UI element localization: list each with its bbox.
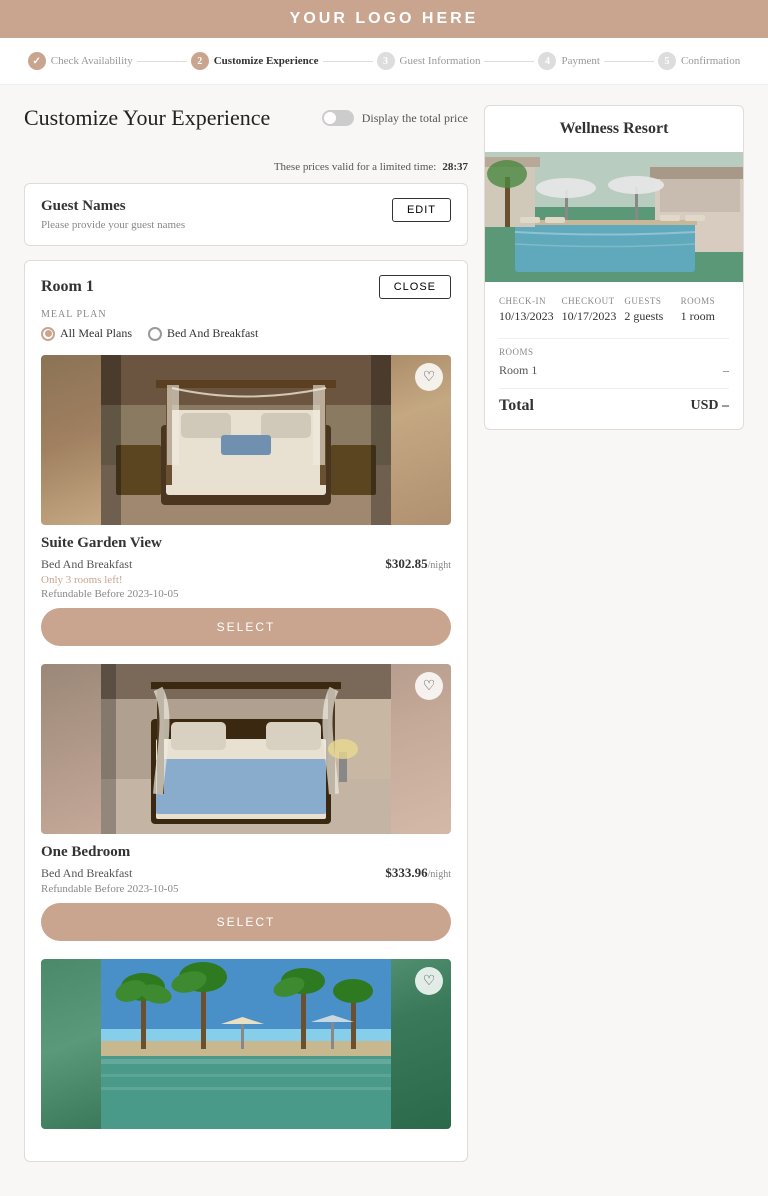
- room-option-1-name: Suite Garden View: [41, 535, 451, 552]
- room1-summary-row: Room 1 –: [499, 363, 729, 378]
- heart-icon-3[interactable]: ♡: [415, 967, 443, 995]
- room1-card: Room 1 CLOSE MEAL PLAN All Meal Plans Be…: [24, 260, 468, 1162]
- step-label-5: Confirmation: [681, 55, 740, 67]
- rooms-section-label: ROOMS: [499, 347, 729, 357]
- room1-summary-value: –: [723, 363, 729, 378]
- select-room1-button[interactable]: SELECT: [41, 608, 451, 646]
- summary-details: CHECK-IN 10/13/2023 CHECKOUT 10/17/2023 …: [485, 282, 743, 429]
- room-option-1-price-row: Bed And Breakfast $302.85/night: [41, 556, 451, 572]
- room-option-1-meal: Bed And Breakfast: [41, 557, 132, 572]
- checkin-label: CHECK-IN: [499, 296, 554, 306]
- site-header: YOUR LOGO HERE: [0, 0, 768, 38]
- timer-value: 28:37: [442, 161, 468, 173]
- step-line-1: [137, 61, 187, 62]
- step-payment: 4 Payment: [538, 52, 600, 70]
- room-option-2: ♡ One Bedroom Bed And Breakfast $333.96/…: [41, 664, 451, 941]
- rooms-col: ROOMS 1 room: [681, 296, 729, 324]
- room1-title: Room 1: [41, 278, 94, 296]
- meal-plan-label: MEAL PLAN: [41, 309, 451, 320]
- heart-icon-2[interactable]: ♡: [415, 672, 443, 700]
- guest-names-card: Guest Names Please provide your guest na…: [24, 183, 468, 246]
- step-confirmation: 5 Confirmation: [658, 52, 740, 70]
- guests-value: 2 guests: [624, 309, 672, 324]
- guest-names-subtitle: Please provide your guest names: [41, 219, 185, 231]
- step-check-availability: ✓ Check Availability: [28, 52, 133, 70]
- step-label-3: Guest Information: [400, 55, 481, 67]
- checkout-value: 10/17/2023: [562, 309, 617, 324]
- hotel-name: Wellness Resort: [485, 106, 743, 152]
- meal-option-all-label: All Meal Plans: [60, 326, 132, 341]
- step-line-4: [604, 61, 654, 62]
- room1-summary-label: Room 1: [499, 363, 537, 378]
- room-image-2: ♡: [41, 664, 451, 834]
- step-circle-5: 5: [658, 52, 676, 70]
- guest-names-title: Guest Names: [41, 198, 185, 215]
- step-circle-2: 2: [191, 52, 209, 70]
- step-customize: 2 Customize Experience: [191, 52, 319, 70]
- meal-option-bb[interactable]: Bed And Breakfast: [148, 326, 258, 341]
- total-label: Total: [499, 397, 534, 415]
- summary-divider-1: [499, 338, 729, 339]
- room-image-3: ♡: [41, 959, 451, 1129]
- room-image-1: ♡: [41, 355, 451, 525]
- refundable-1: Refundable Before 2023-10-05: [41, 588, 451, 600]
- timer-row: These prices valid for a limited time: 2…: [24, 161, 468, 173]
- meal-option-all[interactable]: All Meal Plans: [41, 326, 132, 341]
- step-guest-info: 3 Guest Information: [377, 52, 481, 70]
- step-label-2: Customize Experience: [214, 55, 319, 67]
- step-line-2: [323, 61, 373, 62]
- room-option-2-price-row: Bed And Breakfast $333.96/night: [41, 865, 451, 881]
- guests-col: GUESTS 2 guests: [624, 296, 672, 324]
- room-option-1-price: $302.85/night: [385, 556, 451, 572]
- timer-label: These prices valid for a limited time:: [274, 161, 437, 173]
- checkin-value: 10/13/2023: [499, 309, 554, 324]
- rooms-left-1: Only 3 rooms left!: [41, 574, 451, 586]
- step-circle-3: 3: [377, 52, 395, 70]
- radio-bb: [148, 327, 162, 341]
- summary-card: Wellness Resort: [484, 105, 744, 430]
- select-room2-button[interactable]: SELECT: [41, 903, 451, 941]
- display-total-toggle[interactable]: [322, 110, 354, 126]
- room-option-3: ♡: [41, 959, 451, 1129]
- close-room1-button[interactable]: CLOSE: [379, 275, 451, 299]
- toggle-label: Display the total price: [362, 111, 468, 126]
- checkout-label: CHECKOUT: [562, 296, 617, 306]
- room-option-2-price: $333.96/night: [385, 865, 451, 881]
- step-label-1: Check Availability: [51, 55, 133, 67]
- total-row: Total USD –: [499, 388, 729, 415]
- total-value: USD –: [690, 398, 729, 414]
- room-option-1: ♡ Suite Garden View Bed And Breakfast $3…: [41, 355, 451, 646]
- room1-header: Room 1 CLOSE: [41, 275, 451, 299]
- left-column: Customize Your Experience Display the to…: [24, 105, 468, 1176]
- hotel-image: [485, 152, 743, 282]
- logo-text: YOUR LOGO HERE: [290, 10, 479, 27]
- step-circle-4: 4: [538, 52, 556, 70]
- refundable-2: Refundable Before 2023-10-05: [41, 883, 451, 895]
- step-circle-1: ✓: [28, 52, 46, 70]
- meal-option-bb-label: Bed And Breakfast: [167, 326, 258, 341]
- progress-bar: ✓ Check Availability 2 Customize Experie…: [0, 38, 768, 85]
- step-line-3: [484, 61, 534, 62]
- heart-icon-1[interactable]: ♡: [415, 363, 443, 391]
- step-label-4: Payment: [561, 55, 600, 67]
- guests-label: GUESTS: [624, 296, 672, 306]
- summary-info-grid: CHECK-IN 10/13/2023 CHECKOUT 10/17/2023 …: [499, 296, 729, 324]
- radio-all: [41, 327, 55, 341]
- meal-options: All Meal Plans Bed And Breakfast: [41, 326, 451, 341]
- checkin-col: CHECK-IN 10/13/2023: [499, 296, 554, 324]
- rooms-label: ROOMS: [681, 296, 729, 306]
- right-column: Wellness Resort: [484, 105, 744, 1176]
- page-title: Customize Your Experience: [24, 105, 270, 131]
- room-option-2-meal: Bed And Breakfast: [41, 866, 132, 881]
- toggle-row: Display the total price: [322, 110, 468, 126]
- guest-names-info: Guest Names Please provide your guest na…: [41, 198, 185, 231]
- room-option-2-name: One Bedroom: [41, 844, 451, 861]
- checkout-col: CHECKOUT 10/17/2023: [562, 296, 617, 324]
- rooms-value: 1 room: [681, 309, 729, 324]
- main-content: Customize Your Experience Display the to…: [0, 85, 768, 1196]
- edit-guest-names-button[interactable]: EDIT: [392, 198, 451, 222]
